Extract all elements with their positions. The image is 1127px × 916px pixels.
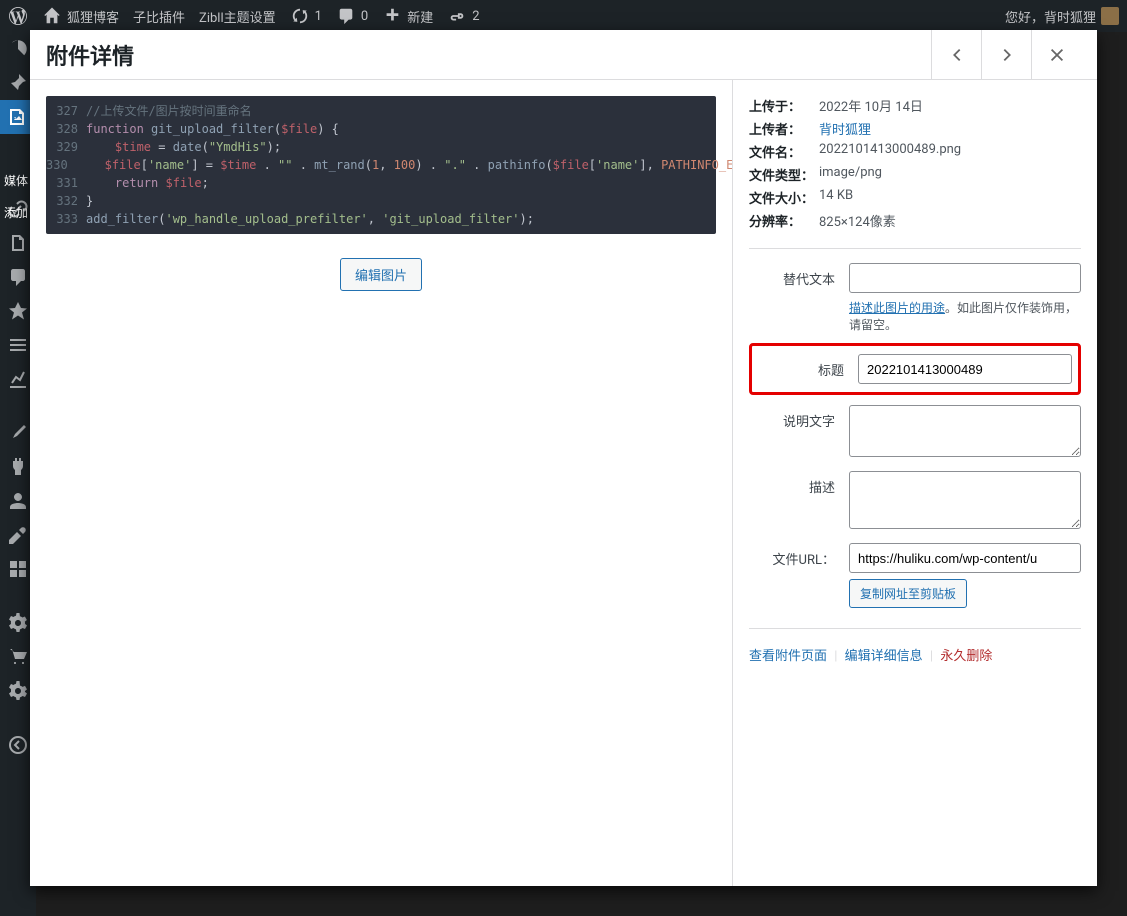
- dimensions-label: 分辨率：: [749, 211, 819, 230]
- uploaded-on-label: 上传于：: [749, 96, 819, 115]
- wp-logo[interactable]: [8, 6, 28, 26]
- title-input[interactable]: [858, 354, 1072, 384]
- pushpin-icon: [8, 301, 28, 321]
- user-icon: [8, 491, 28, 511]
- close-icon: [1048, 46, 1066, 64]
- updates[interactable]: 1: [290, 6, 322, 26]
- comment-icon: [336, 6, 356, 26]
- caption-input[interactable]: [849, 405, 1081, 457]
- attachment-details-modal: 附件详情 327//上传文件/图片按时间重命名328function git_u…: [30, 30, 1097, 886]
- update-icon: [290, 6, 310, 26]
- modal-title: 附件详情: [46, 39, 931, 71]
- divider: [749, 248, 1081, 249]
- wordpress-icon: [8, 6, 28, 26]
- alt-hint-link[interactable]: 描述此图片的用途: [849, 301, 945, 315]
- uploaded-on-value: 2022年 10月 14日: [819, 96, 923, 115]
- plugin-link[interactable]: 子比插件: [133, 7, 185, 26]
- media-icon: [8, 107, 28, 127]
- edit-image-button[interactable]: 编辑图片: [340, 258, 422, 291]
- filetype-label: 文件类型：: [749, 165, 819, 184]
- chevron-left-icon: [948, 46, 966, 64]
- plus-icon: [382, 6, 402, 26]
- greeting[interactable]: 您好，背时狐狸: [1005, 7, 1119, 26]
- new-content[interactable]: 新建: [382, 6, 433, 26]
- chart-icon: [8, 369, 28, 389]
- dashboard-icon: [8, 39, 28, 59]
- admin-bar: 狐狸博客 子比插件 Zibll主题设置 1 0 新建 2 您好，背时狐狸: [0, 0, 1127, 32]
- pin-icon: [8, 73, 28, 93]
- comments-icon: [8, 267, 28, 287]
- plugin-icon: [8, 457, 28, 477]
- title-label: 标题: [758, 354, 858, 379]
- collapse-icon: [8, 735, 28, 755]
- attachment-details-panel: 上传于：2022年 10月 14日 上传者：背时狐狸 文件名：202210141…: [732, 80, 1097, 886]
- url-input[interactable]: [849, 543, 1081, 573]
- alt-label: 替代文本: [749, 263, 849, 288]
- filename-label: 文件名：: [749, 142, 819, 161]
- uploader-label: 上传者：: [749, 119, 819, 138]
- close-button[interactable]: [1031, 30, 1081, 80]
- next-button[interactable]: [981, 30, 1031, 80]
- layout-icon: [8, 559, 28, 579]
- home-icon: [42, 6, 62, 26]
- theme-settings-link[interactable]: Zibll主题设置: [199, 7, 276, 26]
- delete-link[interactable]: 永久删除: [940, 649, 992, 664]
- description-input[interactable]: [849, 471, 1081, 529]
- avatar: [1101, 7, 1119, 25]
- view-attachment-link[interactable]: 查看附件页面: [749, 649, 827, 664]
- code-preview-image: 327//上传文件/图片按时间重命名328function git_upload…: [46, 96, 716, 234]
- gear-icon: [8, 613, 28, 633]
- brush-icon: [8, 423, 28, 443]
- prev-button[interactable]: [931, 30, 981, 80]
- filename-value: 2022101413000489.png: [819, 142, 961, 161]
- chevron-right-icon: [998, 46, 1016, 64]
- copy-url-button[interactable]: 复制网址至剪贴板: [849, 579, 967, 608]
- page-icon: [8, 233, 28, 253]
- description-label: 描述: [749, 471, 849, 496]
- caption-label: 说明文字: [749, 405, 849, 430]
- comments[interactable]: 0: [336, 6, 368, 26]
- filetype-value: image/png: [819, 165, 882, 184]
- cart-icon: [8, 647, 28, 667]
- alt-hint: 描述此图片的用途。如此图片仅作装饰用，请留空。: [849, 299, 1081, 333]
- gear-icon-2: [8, 681, 28, 701]
- site-name[interactable]: 狐狸博客: [42, 6, 119, 26]
- url-label: 文件URL：: [749, 543, 849, 568]
- filesize-label: 文件大小：: [749, 188, 819, 207]
- modal-header: 附件详情: [30, 30, 1097, 80]
- uploader-link[interactable]: 背时狐狸: [819, 119, 871, 138]
- list-icon: [8, 335, 28, 355]
- title-highlight: 标题: [749, 343, 1081, 395]
- wrench-icon: [8, 525, 28, 545]
- edit-details-link[interactable]: 编辑详细信息: [845, 649, 923, 664]
- alt-input[interactable]: [849, 263, 1081, 293]
- links-count[interactable]: 2: [447, 6, 479, 26]
- filesize-value: 14 KB: [819, 188, 853, 207]
- dimensions-value: 825×124像素: [819, 211, 896, 230]
- link-icon: [447, 6, 467, 26]
- action-links: 查看附件页面 | 编辑详细信息 | 永久删除: [749, 628, 1081, 664]
- attachment-preview: 327//上传文件/图片按时间重命名328function git_upload…: [30, 80, 732, 886]
